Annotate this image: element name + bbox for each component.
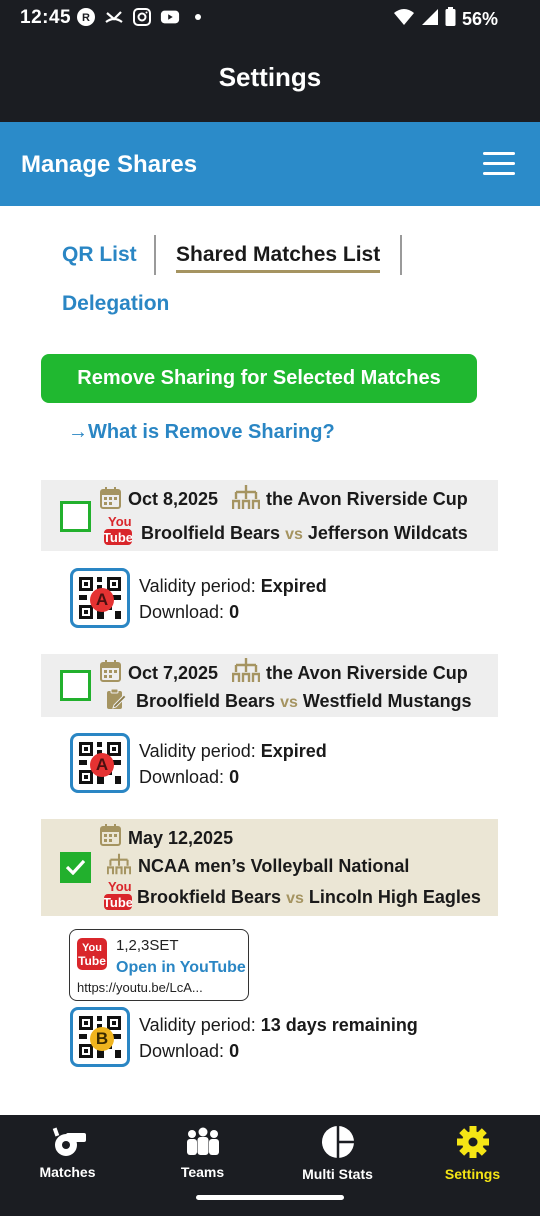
match-date: May 12,2025 xyxy=(128,828,234,848)
team-home: Broolfield Bears vs Jefferson Wildcats xyxy=(141,523,468,543)
notification-icons: R xyxy=(76,7,208,27)
status-bar: 12:45 R 56% xyxy=(0,0,540,36)
battery-icon xyxy=(445,7,456,32)
youtube-url: https://youtu.be/LcA... xyxy=(77,980,203,995)
tab-divider xyxy=(400,235,402,275)
svg-text:You: You xyxy=(108,879,132,894)
youtube-logo-icon: You Tube xyxy=(77,938,107,975)
tournament-name: the Avon Riverside Cup xyxy=(266,489,468,509)
svg-text:You: You xyxy=(82,942,102,954)
nav-multi-stats[interactable]: Multi Stats xyxy=(270,1125,405,1182)
whistle-icon xyxy=(52,1127,86,1156)
match-select-checkbox[interactable] xyxy=(60,501,91,532)
tournament-bracket-icon xyxy=(231,484,261,515)
team-away: Jefferson Wildcats xyxy=(307,523,468,543)
what-is-remove-sharing-link[interactable]: →What is Remove Sharing? xyxy=(68,421,335,444)
nav-label: Matches xyxy=(39,1164,96,1180)
nav-label: Multi Stats xyxy=(302,1166,373,1182)
status-time: 12:45 xyxy=(20,7,72,28)
team-icon xyxy=(186,1127,219,1155)
tournament-bracket-icon xyxy=(231,657,261,688)
download-count: Download: 0 xyxy=(139,602,240,622)
nav-settings[interactable]: Settings xyxy=(405,1125,540,1182)
match-card-header: Oct 8,2025 the Avon Riverside Cup You Tub… xyxy=(41,480,498,551)
top-app-bar: 12:45 R 56% Settings xyxy=(0,0,540,122)
validity-period: Validity period: Expired xyxy=(139,576,327,596)
tournament-bracket-icon xyxy=(106,852,132,881)
validity-period: Validity period: 13 days remaining xyxy=(139,1015,418,1035)
calendar-icon xyxy=(100,824,121,851)
youtube-icon: You Tube xyxy=(103,879,133,916)
youtube-sets-label: 1,2,3SET xyxy=(116,937,179,954)
qr-badge: A xyxy=(90,753,114,777)
nav-matches[interactable]: Matches xyxy=(0,1125,135,1180)
instagram-icon xyxy=(132,7,152,27)
match-card-header: Oct 7,2025 the Avon Riverside Cup Broolf… xyxy=(41,654,498,717)
youtube-link-card[interactable]: You Tube 1,2,3SET Open in YouTube https:/… xyxy=(69,929,249,1001)
calendar-icon xyxy=(100,487,121,514)
open-in-youtube-link[interactable]: Open in YouTube xyxy=(116,959,246,977)
nav-label: Teams xyxy=(180,1164,225,1180)
svg-text:R: R xyxy=(82,12,90,24)
signal-icon xyxy=(421,8,439,31)
battery-level: 56% xyxy=(461,9,498,29)
tab-delegation[interactable]: Delegation xyxy=(62,292,169,316)
qr-badge: B xyxy=(90,1027,114,1051)
manage-shares-bar: Manage Shares xyxy=(0,122,540,206)
versus-label: vs xyxy=(286,890,304,907)
youtube-icon: You Tube xyxy=(103,514,133,551)
match-card-header: May 12,2025 NCAA men’s Volleyball Nation… xyxy=(41,819,498,916)
youtube-notification-icon xyxy=(160,7,180,27)
tab-divider xyxy=(154,235,156,275)
svg-text:You: You xyxy=(108,514,132,529)
match-select-checkbox-checked[interactable] xyxy=(60,852,91,883)
tab-qr-list[interactable]: QR List xyxy=(62,243,137,267)
tournament-name: the Avon Riverside Cup xyxy=(266,663,468,683)
calendar-icon xyxy=(100,660,121,687)
home-indicator[interactable] xyxy=(196,1195,344,1200)
match-date: Oct 7,2025 xyxy=(128,663,219,683)
tab-shared-matches-list[interactable]: Shared Matches List xyxy=(176,243,381,273)
svg-text:Tube: Tube xyxy=(78,954,106,968)
app-notification-icon: R xyxy=(76,7,96,27)
more-notifications-dot-icon xyxy=(188,7,208,27)
nav-label: Settings xyxy=(444,1166,501,1182)
team-away: Lincoln High Eagles xyxy=(308,887,481,907)
qr-code-button[interactable]: A xyxy=(70,568,130,628)
download-count: Download: 0 xyxy=(139,1041,240,1061)
page-title: Settings xyxy=(218,62,322,92)
qr-badge: A xyxy=(90,588,114,612)
status-right: 56% xyxy=(393,7,498,32)
wifi-icon xyxy=(393,8,415,31)
match-date: Oct 8,2025 xyxy=(128,489,219,509)
qr-code-button[interactable]: B xyxy=(70,1007,130,1067)
team-home: Brookfield Bears vs Lincoln High Eagles xyxy=(137,887,481,907)
remove-sharing-button[interactable]: Remove Sharing for Selected Matches xyxy=(41,354,477,403)
bottom-navigation: Matches Teams Multi Stats Settings xyxy=(0,1115,540,1216)
section-title: Manage Shares xyxy=(21,151,198,178)
pie-chart-icon xyxy=(321,1126,354,1158)
hamburger-menu-icon[interactable] xyxy=(483,152,515,176)
match-select-checkbox[interactable] xyxy=(60,670,91,701)
missed-call-icon xyxy=(104,7,124,27)
gear-icon xyxy=(456,1126,489,1158)
team-away: Westfield Mustangs xyxy=(302,691,472,711)
team-home: Broolfield Bears vs Westfield Mustangs xyxy=(136,691,472,711)
qr-code-button[interactable]: A xyxy=(70,733,130,793)
download-count: Download: 0 xyxy=(139,767,240,787)
versus-label: vs xyxy=(280,694,298,711)
svg-text:Tube: Tube xyxy=(104,530,132,545)
nav-teams[interactable]: Teams xyxy=(135,1125,270,1180)
validity-period: Validity period: Expired xyxy=(139,741,327,761)
versus-label: vs xyxy=(285,526,303,543)
clipboard-edit-icon xyxy=(105,688,127,715)
svg-text:Tube: Tube xyxy=(104,895,132,910)
tournament-name: NCAA men’s Volleyball National xyxy=(138,856,410,876)
